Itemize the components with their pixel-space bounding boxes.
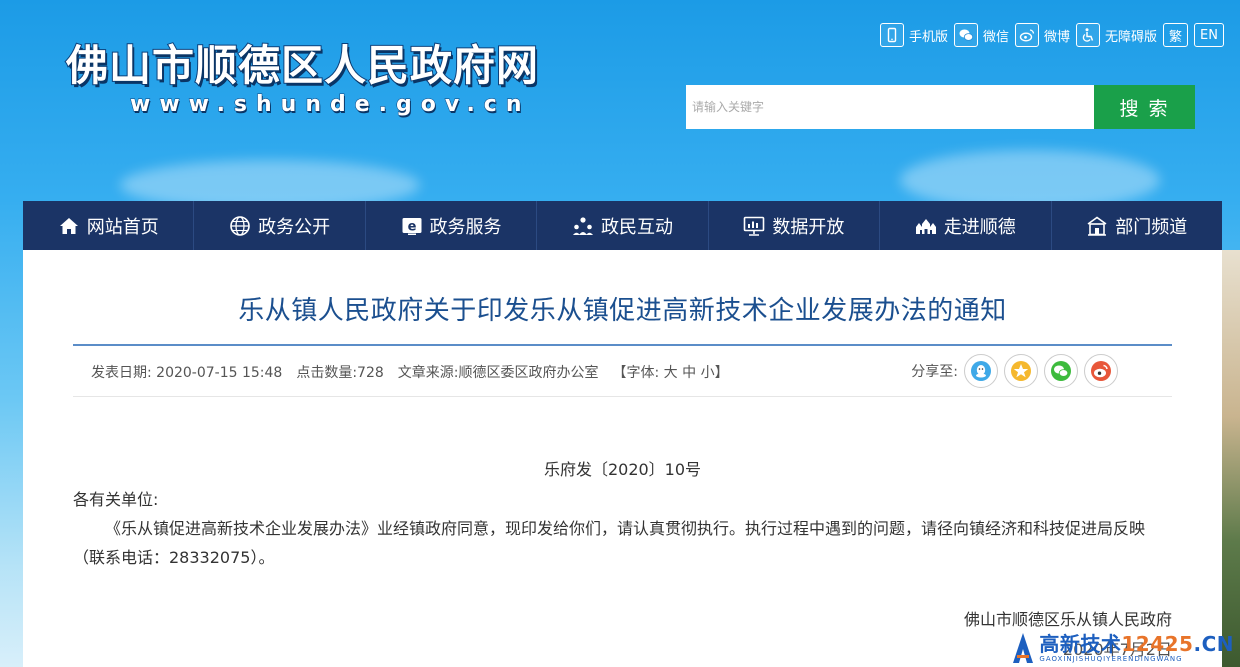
main-nav: 网站首页 政务公开 e 政务服务 政民互动 数据开放 走进顺德 部门频道: [23, 201, 1222, 250]
data-screen-icon: [744, 216, 765, 236]
wechat-link[interactable]: 微信: [953, 23, 1009, 47]
search-button[interactable]: 搜 索: [1094, 85, 1195, 129]
salutation: 各有关单位:: [73, 490, 159, 509]
font-size-control: 【字体: 大 中 小】: [613, 362, 729, 382]
nav-item-services[interactable]: e 政务服务: [366, 201, 538, 250]
nav-item-about-shunde[interactable]: 走进顺德: [880, 201, 1052, 250]
weibo-share-icon: [1091, 361, 1111, 381]
share-label: 分享至:: [911, 364, 958, 380]
landmark-icon: [915, 218, 936, 234]
signature: 佛山市顺德区乐从镇人民政府: [963, 610, 1172, 629]
article-source: 文章来源:顺德区委区政府办公室: [397, 365, 599, 381]
nav-label: 数据开放: [772, 216, 845, 238]
article-meta: 发表日期: 2020-07-15 15:48 点击数量:728 文章来源:顺德区…: [91, 362, 729, 382]
accessibility-label: 无障碍版: [1105, 29, 1158, 45]
watermark-number: 12425: [1121, 631, 1194, 656]
nav-item-home[interactable]: 网站首页: [23, 201, 195, 250]
mobile-version-link[interactable]: 手机版: [879, 23, 948, 47]
traditional-chinese-button[interactable]: 繁: [1163, 23, 1189, 47]
title-divider: [73, 344, 1172, 346]
qzone-share-button[interactable]: [1004, 354, 1038, 388]
nav-label: 网站首页: [86, 216, 159, 238]
english-button[interactable]: EN: [1194, 23, 1224, 47]
site-title: 佛山市顺德区人民政府网: [65, 41, 540, 91]
wechat-label: 微信: [982, 29, 1009, 45]
font-size-small[interactable]: 小】: [701, 365, 729, 381]
document-number: 乐府发〔2020〕10号: [543, 460, 702, 479]
share-bar: 分享至:: [911, 354, 1118, 388]
people-interaction-icon: [572, 216, 593, 235]
publish-date: 发表日期: 2020-07-15 15:48: [91, 365, 283, 381]
accessibility-link[interactable]: 无障碍版: [1076, 23, 1157, 47]
watermark-suffix: .CN: [1193, 631, 1234, 656]
weibo-icon: [1015, 23, 1039, 47]
weibo-share-button[interactable]: [1084, 354, 1118, 388]
nav-label: 政民互动: [600, 216, 673, 238]
nav-item-public-affairs[interactable]: 政务公开: [194, 201, 366, 250]
weibo-label: 微博: [1044, 29, 1071, 45]
weibo-link[interactable]: 微博: [1015, 23, 1070, 47]
wechat-icon: [953, 23, 978, 47]
nav-item-departments[interactable]: 部门频道: [1052, 201, 1222, 250]
nav-label: 政务公开: [258, 216, 331, 238]
building-icon: [1087, 216, 1107, 236]
svg-text:e: e: [407, 219, 416, 234]
click-count: 点击数量:728: [296, 365, 384, 381]
article-body: 《乐从镇促进高新技术企业发展办法》业经镇政府同意，现印发给你们，请认真贯彻执行。…: [73, 519, 1146, 567]
nav-item-open-data[interactable]: 数据开放: [709, 201, 881, 250]
qzone-share-icon: [1011, 361, 1031, 381]
wechat-share-icon: [1051, 361, 1071, 381]
font-size-label: 【字体:: [612, 365, 660, 381]
nav-label: 政务服务: [429, 216, 502, 238]
font-size-medium[interactable]: 中: [682, 365, 696, 381]
meta-divider: [73, 396, 1172, 397]
home-icon: [59, 217, 78, 234]
search-bar: 搜 索: [686, 85, 1195, 129]
search-input[interactable]: [686, 85, 1094, 129]
nav-item-interaction[interactable]: 政民互动: [537, 201, 709, 250]
watermark-subtitle: GAOXINJISHUQIYERENDINGWANG: [1039, 654, 1183, 663]
mobile-version-label: 手机版: [908, 29, 948, 45]
nav-label: 部门频道: [1115, 216, 1188, 238]
top-links: 手机版 微信 微博 无障碍版 繁 EN: [879, 23, 1224, 47]
watermark-text: 高新技术: [1039, 631, 1122, 656]
site-logo[interactable]: 佛山市顺德区人民政府网 www.shunde.gov.cn: [65, 41, 540, 118]
accessibility-icon: [1076, 23, 1101, 47]
watermark: 高新技术12425.CN GAOXINJISHUQIYERENDINGWANG: [1011, 631, 1234, 665]
article-panel: 乐从镇人民政府关于印发乐从镇促进高新技术企业发展办法的通知 发表日期: 2020…: [23, 250, 1222, 667]
nav-label: 走进顺德: [943, 216, 1016, 238]
mobile-icon: [879, 23, 904, 47]
globe-icon: [230, 215, 250, 236]
e-service-icon: e: [402, 217, 422, 235]
qq-share-icon: [971, 361, 991, 381]
font-size-large[interactable]: 大: [664, 365, 678, 381]
watermark-logo-icon: [1013, 633, 1034, 663]
article-title: 乐从镇人民政府关于印发乐从镇促进高新技术企业发展办法的通知: [238, 296, 1007, 326]
site-url: www.shunde.gov.cn: [129, 92, 531, 118]
wechat-share-button[interactable]: [1044, 354, 1078, 388]
qq-share-button[interactable]: [964, 354, 998, 388]
